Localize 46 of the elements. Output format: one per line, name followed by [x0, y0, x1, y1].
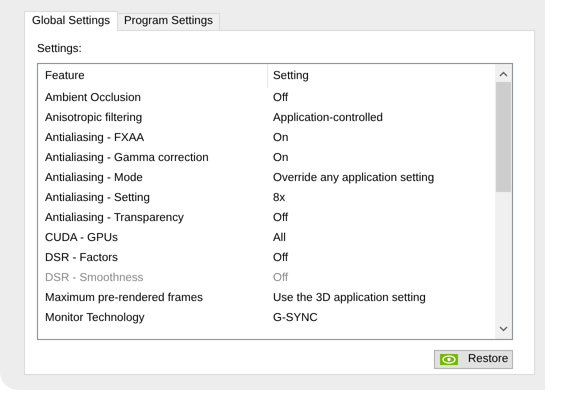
eye-logo-icon	[440, 354, 458, 366]
scroll-down-icon[interactable]	[499, 326, 508, 332]
feature-name: CUDA - GPUs	[44, 230, 119, 246]
scroll-up-icon[interactable]	[499, 71, 508, 78]
scroll-thumb[interactable]	[496, 82, 511, 192]
setting-value: G-SYNC	[272, 310, 318, 326]
feature-name: Antialiasing - FXAA	[44, 130, 146, 146]
tab[interactable]: Global Settings	[24, 11, 118, 31]
settings-row[interactable]: Antialiasing - Setting 8x	[38, 188, 495, 208]
settings-row[interactable]: CUDA - GPUs All	[38, 228, 495, 248]
setting-value: 8x	[272, 190, 286, 206]
feature-name: Antialiasing - Setting	[44, 190, 151, 206]
setting-value: Application-controlled	[272, 110, 383, 126]
settings-row[interactable]: Maximum pre-rendered frames Use the 3D application setting	[38, 288, 495, 308]
feature-name: Ambient Occlusion	[44, 90, 142, 106]
tab[interactable]: Program Settings	[118, 13, 220, 30]
feature-name: Antialiasing - Mode	[44, 170, 144, 186]
feature-name: Anisotropic filtering	[44, 110, 144, 126]
settings-label: Settings:	[37, 42, 82, 57]
settings-row[interactable]: Antialiasing - Gamma correction On	[38, 148, 495, 168]
settings-row[interactable]: Monitor Technology G-SYNC	[38, 308, 495, 328]
setting-value: All	[272, 230, 286, 246]
settings-row[interactable]: DSR - Factors Off	[38, 248, 495, 268]
restore-button[interactable]: Restore	[434, 350, 513, 370]
settings-row[interactable]: Antialiasing - FXAA On	[38, 128, 495, 148]
setting-value: Use the 3D application setting	[272, 290, 426, 306]
settings-row[interactable]: Ambient Occlusion Off	[38, 88, 495, 108]
feature-name: DSR - Factors	[44, 250, 119, 266]
feature-name: Antialiasing - Gamma correction	[44, 150, 210, 166]
setting-value: On	[272, 150, 288, 166]
feature-name: Monitor Technology	[44, 310, 146, 326]
setting-value: Off	[272, 210, 288, 226]
feature-name: DSR - Smoothness	[44, 270, 144, 286]
setting-value: Off	[272, 250, 288, 266]
feature-name: Antialiasing - Transparency	[44, 210, 185, 226]
column-header[interactable]: Setting	[268, 64, 495, 88]
feature-name: Maximum pre-rendered frames	[44, 290, 204, 306]
setting-value: On	[272, 130, 288, 146]
settings-row[interactable]: Antialiasing - Transparency Off	[38, 208, 495, 228]
settings-row[interactable]: Antialiasing - Mode Override any application setting	[38, 168, 495, 188]
setting-value: Off	[272, 270, 288, 286]
settings-row[interactable]: Anisotropic filtering Application-controlled	[38, 108, 495, 128]
setting-value: Off	[272, 90, 288, 106]
setting-value: Override any application setting	[272, 170, 434, 186]
column-header[interactable]: Feature	[38, 64, 268, 88]
scrollbar[interactable]	[495, 64, 512, 340]
